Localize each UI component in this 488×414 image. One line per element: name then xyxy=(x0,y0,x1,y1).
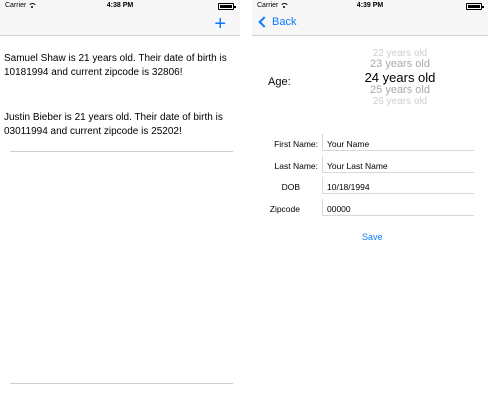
battery-icon xyxy=(466,3,484,10)
age-picker[interactable]: 22 years old 23 years old 24 years old 2… xyxy=(352,48,448,107)
zipcode-field[interactable]: 00000 xyxy=(322,199,474,216)
back-label: Back xyxy=(272,16,297,28)
last-name-row: Last Name: Your Last Name xyxy=(252,156,488,178)
status-time: 4:39 PM xyxy=(356,2,384,9)
status-time: 4:38 PM xyxy=(106,2,134,9)
row-divider xyxy=(10,383,233,384)
row-divider xyxy=(10,151,233,152)
picker-selected-option[interactable]: 24 years old xyxy=(352,70,448,85)
dob-row: DOB 10/18/1994 xyxy=(252,177,488,199)
age-label: Age: xyxy=(268,76,291,88)
chevron-left-icon xyxy=(258,16,270,28)
dob-label: DOB xyxy=(281,182,300,192)
zipcode-row: Zipcode 00000 xyxy=(252,199,488,221)
first-name-row: First Name: Your Name xyxy=(252,134,488,156)
picker-option[interactable]: 26 years old xyxy=(352,96,448,107)
battery-icon xyxy=(218,3,236,10)
list-item[interactable]: Justin Bieber is 21 years old. Their dat… xyxy=(4,111,240,139)
edit-screen: Carrier 4:39 PM Back Age: 22 years old 2… xyxy=(252,0,488,414)
list-item[interactable]: Samuel Shaw is 21 years old. Their date … xyxy=(4,52,240,80)
nav-bar: + xyxy=(0,12,240,36)
picker-option[interactable]: 23 years old xyxy=(352,59,448,70)
save-button[interactable]: Save xyxy=(362,232,383,242)
nav-bar: Back xyxy=(252,12,488,36)
first-name-field[interactable]: Your Name xyxy=(322,134,474,151)
list-screen: Carrier 4:38 PM + Samuel Shaw is 21 year… xyxy=(0,0,240,414)
first-name-label: First Name: xyxy=(274,139,318,149)
dob-field[interactable]: 10/18/1994 xyxy=(322,177,474,194)
add-button[interactable]: + xyxy=(214,14,226,34)
zipcode-label: Zipcode xyxy=(269,204,300,214)
status-bar: Carrier 4:39 PM xyxy=(252,0,488,12)
status-bar: Carrier 4:38 PM xyxy=(0,0,240,12)
last-name-label: Last Name: xyxy=(274,161,318,171)
picker-option[interactable]: 25 years old xyxy=(352,85,448,96)
back-button[interactable]: Back xyxy=(258,16,297,28)
last-name-field[interactable]: Your Last Name xyxy=(322,156,474,173)
